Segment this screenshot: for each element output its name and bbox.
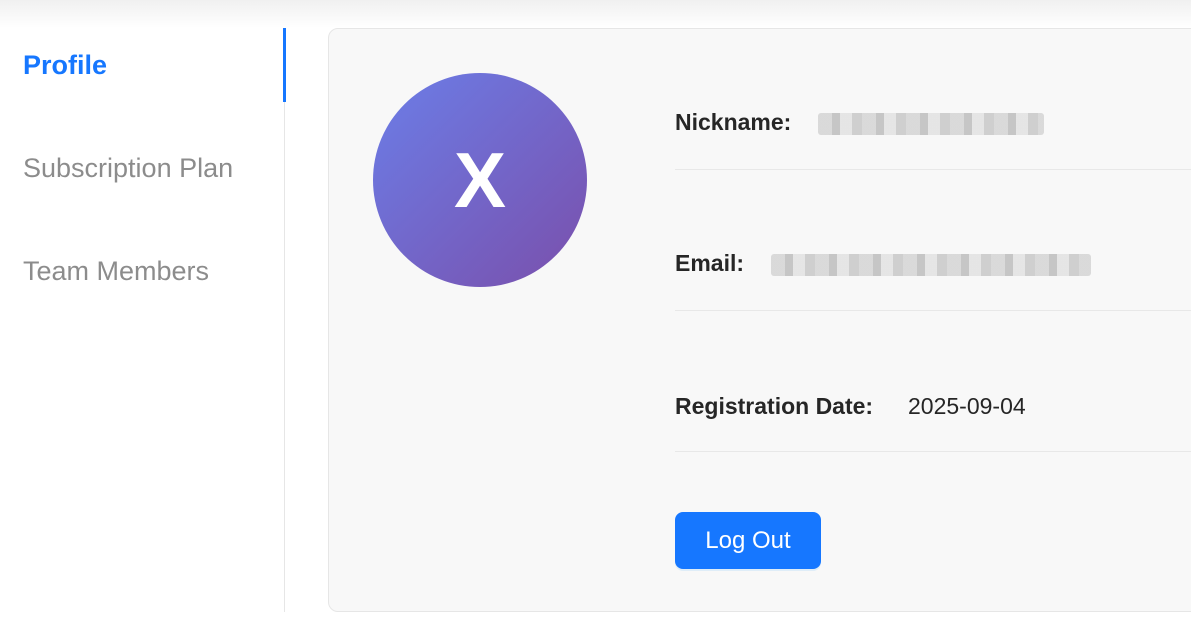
registration-date-label: Registration Date: [675, 393, 874, 419]
email-row: Email: [675, 170, 1191, 311]
sidebar-item-label: Team Members [23, 255, 210, 286]
avatar: X [373, 73, 587, 287]
nickname-value-redacted [818, 113, 1044, 135]
sidebar-item-label: Subscription Plan [23, 152, 234, 183]
sidebar-item-label: Profile [23, 49, 108, 80]
nickname-row: Nickname: [675, 29, 1191, 170]
nickname-label: Nickname: [675, 109, 792, 135]
email-value-redacted [771, 254, 1091, 276]
registration-date-value: 2025-09-04 [908, 393, 1026, 419]
sidebar-item-profile[interactable]: Profile [0, 28, 286, 102]
sidebar-item-subscription-plan[interactable]: Subscription Plan [0, 131, 285, 205]
avatar-initial: X [453, 135, 507, 224]
registration-row: Registration Date: 2025-09-04 [675, 311, 1191, 452]
logout-button[interactable]: Log Out [675, 512, 821, 569]
sidebar-item-team-members[interactable]: Team Members [0, 234, 285, 308]
profile-card: X Nickname: Email: Registration Date: 20… [328, 28, 1191, 612]
top-shadow [0, 0, 1191, 28]
settings-sidebar: Profile Subscription Plan Team Members [0, 28, 286, 612]
email-label: Email: [675, 250, 745, 276]
